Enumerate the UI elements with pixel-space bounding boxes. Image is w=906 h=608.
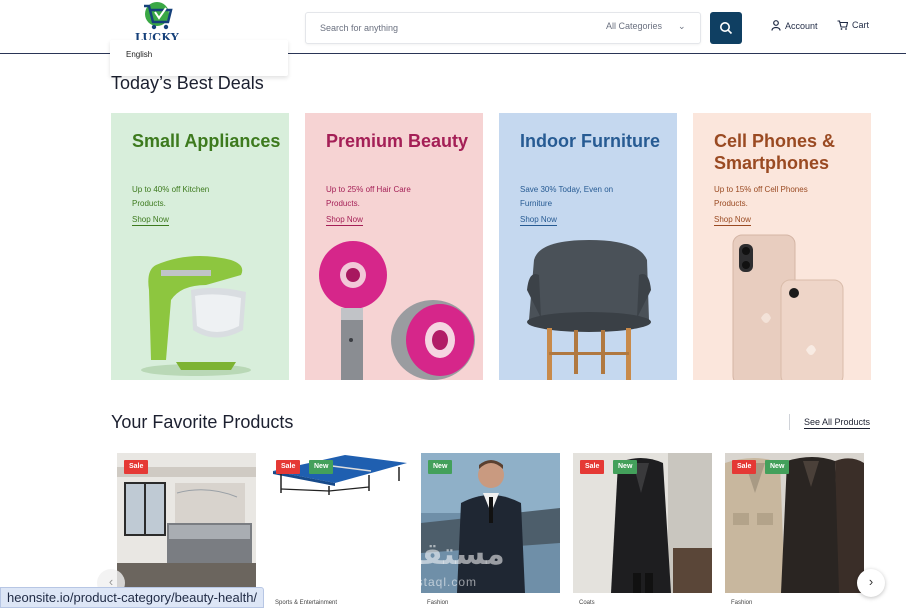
cart-icon bbox=[837, 20, 848, 30]
chair-image bbox=[527, 240, 651, 380]
cart-label: Cart bbox=[852, 20, 870, 30]
product-category: Fashion bbox=[731, 600, 753, 606]
deal-subtitle: Up to 15% off Cell Phones Products. bbox=[714, 185, 808, 208]
product-card[interactable]: Sale bbox=[117, 453, 256, 608]
language-dropdown[interactable]: English bbox=[110, 40, 288, 76]
language-option[interactable]: English bbox=[126, 50, 152, 59]
bedroom-photo bbox=[117, 453, 256, 593]
product-category: Coats bbox=[579, 600, 595, 606]
product-card[interactable]: Sale New Coats bbox=[573, 453, 712, 608]
carousel-next-button[interactable]: › bbox=[857, 569, 885, 597]
product-category: Sports & Entertainment bbox=[275, 600, 338, 606]
product-image[interactable] bbox=[269, 453, 408, 593]
search-bar: All Categories ⌄ bbox=[305, 12, 701, 44]
long-coat-photo bbox=[573, 453, 712, 593]
deal-card-small-appliances[interactable]: Small Appliances Up to 40% off Kitchen P… bbox=[111, 113, 289, 380]
status-bar-url: heonsite.io/product-category/beauty-heal… bbox=[0, 587, 265, 608]
account-label: Account bbox=[785, 20, 818, 31]
user-icon bbox=[771, 20, 781, 31]
search-input[interactable] bbox=[306, 13, 591, 43]
sale-badge: Sale bbox=[732, 460, 757, 474]
product-card[interactable]: Sale New Fashion bbox=[725, 453, 864, 608]
new-badge: New bbox=[765, 460, 790, 474]
new-badge: New bbox=[428, 460, 453, 474]
smartphones-image bbox=[732, 234, 844, 380]
product-image[interactable] bbox=[421, 453, 560, 593]
new-badge: New bbox=[613, 460, 638, 474]
deal-card-indoor-furniture[interactable]: Indoor Furniture Save 30% Today, Even on… bbox=[499, 113, 677, 380]
deal-subtitle: Save 30% Today, Even on Furniture bbox=[520, 185, 614, 208]
deal-title: Small Appliances bbox=[132, 131, 281, 151]
watermark-latin: mostaql.com bbox=[398, 575, 478, 589]
new-badge: New bbox=[309, 460, 334, 474]
deal-subtitle: Up to 25% off Hair Care Products. bbox=[326, 185, 411, 208]
deal-title: Cell Phones & Smartphones bbox=[714, 131, 836, 173]
category-select[interactable]: All Categories bbox=[606, 21, 662, 31]
product-category: Fashion bbox=[427, 600, 449, 606]
sale-badge: Sale bbox=[276, 460, 301, 474]
deal-title: Indoor Furniture bbox=[520, 131, 660, 151]
account-link[interactable]: Account bbox=[771, 20, 818, 31]
product-image[interactable] bbox=[573, 453, 712, 593]
deals-section-title: Today’s Best Deals bbox=[111, 73, 264, 93]
product-card[interactable]: Sale New Sports & Entertainment bbox=[269, 453, 408, 608]
deal-card-cell-phones[interactable]: Cell Phones & Smartphones Up to 15% off … bbox=[693, 113, 871, 380]
shop-now-link[interactable]: Shop Now bbox=[326, 215, 363, 226]
product-image[interactable] bbox=[725, 453, 864, 593]
shop-now-link[interactable]: Shop Now bbox=[132, 215, 169, 226]
chevron-down-icon[interactable]: ⌄ bbox=[678, 21, 686, 32]
watermark: مستقل bbox=[395, 538, 505, 571]
stand-mixer-image bbox=[141, 256, 251, 376]
sale-badge: Sale bbox=[124, 460, 149, 474]
jackets-photo bbox=[725, 453, 864, 593]
suit-photo bbox=[421, 453, 560, 593]
sale-badge: Sale bbox=[580, 460, 605, 474]
favorites-section-title: Your Favorite Products bbox=[111, 412, 294, 432]
cart-link[interactable]: Cart bbox=[837, 20, 869, 30]
product-image[interactable] bbox=[117, 453, 256, 593]
search-button[interactable] bbox=[710, 12, 742, 44]
divider bbox=[789, 414, 790, 430]
shop-now-link[interactable]: Shop Now bbox=[520, 215, 557, 226]
deal-title: Premium Beauty bbox=[326, 131, 469, 151]
see-all-products-link[interactable]: See All Products bbox=[804, 417, 871, 429]
deal-subtitle: Up to 40% off Kitchen Products. bbox=[132, 185, 210, 208]
shop-now-link[interactable]: Shop Now bbox=[714, 215, 751, 226]
deal-card-premium-beauty[interactable]: Premium Beauty Up to 25% off Hair Care P… bbox=[305, 113, 483, 380]
search-icon bbox=[720, 22, 733, 35]
ping-pong-table-photo bbox=[269, 453, 408, 593]
hair-dryer-image bbox=[319, 241, 475, 380]
